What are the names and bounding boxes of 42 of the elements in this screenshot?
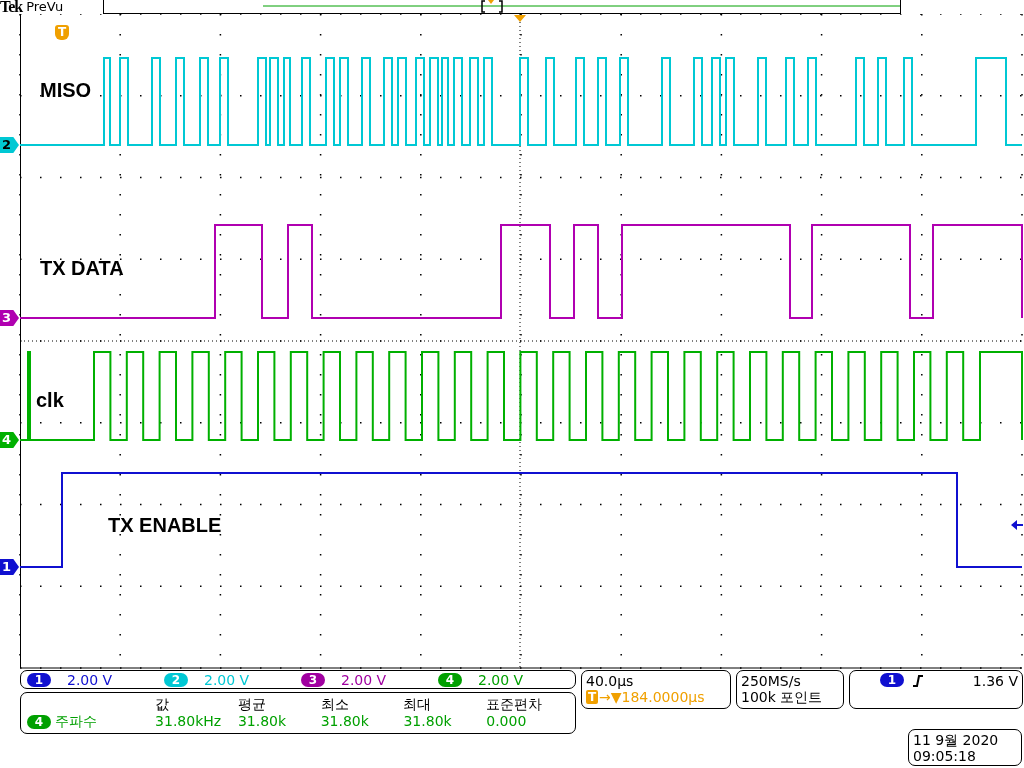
trigger-source-badge: 1 bbox=[880, 673, 904, 687]
trigger-badge: T bbox=[586, 690, 598, 704]
trigger-level: 1.36 V bbox=[972, 673, 1018, 689]
trigger-position: →▼184.0000µs bbox=[599, 689, 705, 705]
channel-scale: 2.00 V bbox=[67, 671, 113, 688]
measurement-value: 0.000 bbox=[486, 713, 528, 730]
record-length: 100k 포인트 bbox=[741, 689, 824, 705]
trigger-level-icon bbox=[1011, 520, 1023, 530]
channel-scale: 2.00 V bbox=[204, 671, 250, 688]
channel-badge: 2 bbox=[164, 672, 188, 687]
column-heading: 값 bbox=[155, 696, 171, 713]
column-heading: 최대 bbox=[403, 696, 433, 713]
measurement-value: 31.80k bbox=[403, 713, 453, 730]
trace-label: MISO bbox=[40, 78, 92, 102]
channel-marker: 1 bbox=[0, 559, 19, 575]
column-heading: 최소 bbox=[320, 696, 350, 713]
measurement-value: 31.80k bbox=[320, 713, 370, 730]
measurement-name: 주파수 bbox=[55, 713, 97, 730]
channel-badge: 3 bbox=[301, 672, 325, 687]
measurement-value: 31.80kHz bbox=[155, 713, 223, 730]
timebase-scale: 40.0µs bbox=[586, 673, 635, 689]
channel-badge: 4 bbox=[438, 672, 462, 687]
trace-label: clk bbox=[36, 388, 64, 412]
channel-marker: 2 bbox=[0, 137, 19, 153]
measurement-value: 31.80k bbox=[237, 713, 288, 730]
channel-marker: 3 bbox=[0, 310, 19, 326]
channel-scale: 2.00 V bbox=[478, 671, 524, 688]
trace-label: TX DATA bbox=[40, 256, 124, 280]
rising-edge-icon bbox=[912, 674, 924, 688]
mode-label: PreVu bbox=[26, 0, 64, 14]
sample-rate: 250MS/s bbox=[741, 673, 802, 689]
channel-marker: 4 bbox=[0, 432, 19, 448]
trigger-marker: T bbox=[55, 25, 69, 40]
date-text: 11 9월 2020 bbox=[913, 732, 1000, 748]
time-text: 09:05:18 bbox=[913, 748, 977, 764]
brand-logo: Tek bbox=[0, 0, 23, 14]
trace-label: TX ENABLE bbox=[108, 513, 222, 537]
column-heading: 평균 bbox=[237, 696, 267, 713]
source-badge: 4 bbox=[27, 714, 51, 729]
column-heading: 표준편차 bbox=[486, 696, 544, 713]
channel-scale: 2.00 V bbox=[341, 671, 387, 688]
channel-badge: 1 bbox=[27, 672, 51, 687]
